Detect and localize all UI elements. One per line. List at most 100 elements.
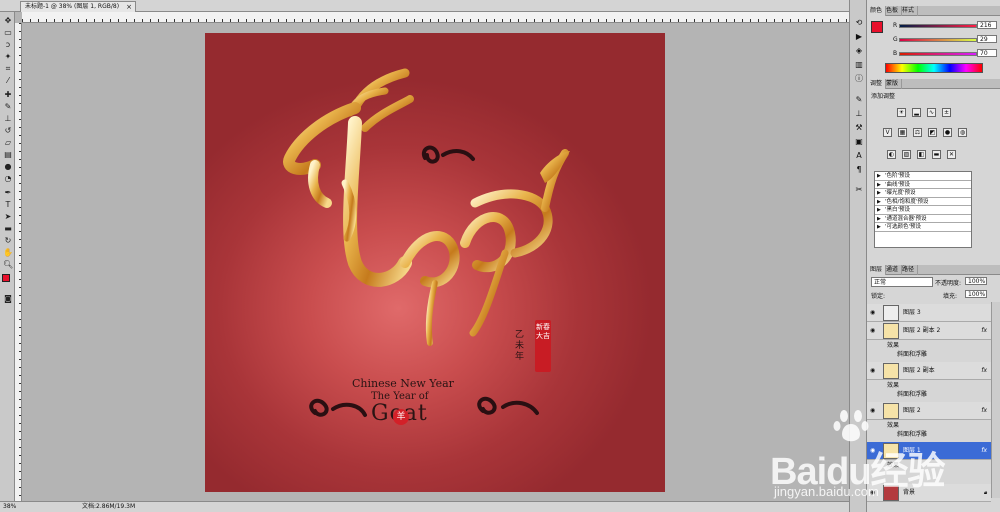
layers-panel-tabs: 图层 通道 路径: [867, 265, 1000, 275]
preset-item[interactable]: '曝光度'预设: [875, 189, 971, 198]
layer-thumbnail: [883, 305, 899, 321]
dodge-tool-icon[interactable]: ◔: [3, 174, 13, 184]
lasso-tool-icon[interactable]: ↄ: [3, 40, 13, 50]
color-spectrum-bar[interactable]: [885, 63, 983, 73]
black-white-icon[interactable]: ◩: [928, 128, 937, 137]
eye-icon[interactable]: ◉: [870, 362, 875, 380]
threshold-icon[interactable]: ◧: [917, 150, 926, 159]
blur-tool-icon[interactable]: ●: [3, 162, 13, 172]
tools-extra-icon[interactable]: ✂: [854, 185, 864, 195]
effects-row[interactable]: 效果: [887, 341, 899, 350]
channel-mixer-icon[interactable]: ◍: [958, 128, 967, 137]
histogram-icon[interactable]: ▥: [854, 60, 864, 70]
vertical-ruler: [15, 23, 22, 501]
foreground-color-swatch[interactable]: [2, 274, 10, 282]
document-tab[interactable]: 未标题-1 @ 38% (图层 1, RGB/8) ×: [20, 1, 137, 12]
close-icon[interactable]: ×: [126, 2, 132, 12]
layer-thumbnail: [883, 323, 899, 339]
pen-tool-icon[interactable]: ✒: [3, 188, 13, 198]
clone-stamp-tool-icon[interactable]: ⊥: [3, 114, 13, 124]
brightness-icon[interactable]: ☀: [897, 108, 906, 117]
vibrance-icon[interactable]: V: [883, 128, 892, 137]
tool-presets-icon[interactable]: ⚒: [854, 123, 864, 133]
b-slider[interactable]: [899, 52, 977, 56]
layer-row[interactable]: ◉ 图层 2 副本 2 fx: [867, 322, 991, 340]
eraser-tool-icon[interactable]: ▱: [3, 138, 13, 148]
image-canvas[interactable]: 乙未年 新春大吉 Chinese New Year The Year of Go…: [205, 33, 665, 492]
color-balance-icon[interactable]: ⚖: [913, 128, 922, 137]
curves-icon[interactable]: ∿: [927, 108, 936, 117]
gradient-map-icon[interactable]: ▬: [932, 150, 941, 159]
r-slider[interactable]: [899, 24, 977, 28]
preset-item[interactable]: '黑白'预设: [875, 206, 971, 215]
info-icon[interactable]: ⓘ: [854, 74, 864, 84]
fill-field[interactable]: 100%: [965, 290, 987, 298]
document-tab-title: 未标题-1 @ 38% (图层 1, RGB/8): [25, 3, 120, 10]
crop-tool-icon[interactable]: ⌗: [3, 64, 13, 74]
actions-icon[interactable]: ▶: [854, 32, 864, 42]
gradient-tool-icon[interactable]: ▤: [3, 150, 13, 160]
move-tool-icon[interactable]: ✥: [3, 16, 13, 26]
tab-paths[interactable]: 路径: [899, 265, 919, 275]
character-icon[interactable]: A: [854, 151, 864, 161]
preset-item[interactable]: '色阶'预设: [875, 172, 971, 181]
history-icon[interactable]: ⟲: [854, 18, 864, 28]
layer-comps-icon[interactable]: ▣: [854, 137, 864, 147]
hand-tool-icon[interactable]: ✋: [3, 248, 13, 258]
eyedropper-tool-icon[interactable]: ⁄: [3, 76, 13, 86]
paragraph-icon[interactable]: ¶: [854, 165, 864, 175]
caption-goat: Goat: [371, 401, 831, 426]
3d-rotate-tool-icon[interactable]: ↻: [3, 236, 13, 246]
opacity-label: 不透明度:: [935, 280, 962, 287]
g-value-field[interactable]: 29: [977, 35, 997, 43]
bevel-emboss-row[interactable]: 斜面和浮雕: [897, 350, 927, 359]
preset-item[interactable]: '曲线'预设: [875, 181, 971, 189]
navigator-icon[interactable]: ◈: [854, 46, 864, 56]
brushes-icon[interactable]: ✎: [854, 95, 864, 105]
photo-filter-icon[interactable]: ●: [943, 128, 952, 137]
tab-styles[interactable]: 样式: [899, 6, 919, 16]
exposure-icon[interactable]: ±: [942, 108, 951, 117]
levels-icon[interactable]: ▂: [912, 108, 921, 117]
eye-icon[interactable]: ◉: [870, 322, 875, 340]
preset-item[interactable]: '色相/饱和度'预设: [875, 198, 971, 206]
clone-source-icon[interactable]: ⊥: [854, 109, 864, 119]
opacity-field[interactable]: 100%: [965, 277, 987, 285]
layer-row[interactable]: ◉ 图层 3: [867, 304, 991, 322]
r-label: R: [893, 22, 898, 29]
caption-chinese-new-year: Chinese New Year: [352, 377, 454, 390]
history-brush-tool-icon[interactable]: ↺: [3, 126, 13, 136]
tab-masks[interactable]: 蒙版: [883, 79, 903, 89]
hue-saturation-icon[interactable]: ▦: [898, 128, 907, 137]
watermark-url: jingyan.baidu.com: [774, 484, 879, 499]
path-selection-tool-icon[interactable]: ➤: [3, 212, 13, 222]
eye-icon[interactable]: ◉: [870, 304, 875, 322]
zoom-level[interactable]: 38%: [3, 502, 16, 512]
adjustment-presets-list: '色阶'预设 '曲线'预设 '曝光度'预设 '色相/饱和度'预设 '黑白'预设 …: [874, 171, 972, 248]
layer-row[interactable]: ◉ 图层 2 副本 fx: [867, 362, 991, 380]
preset-item[interactable]: '可选颜色'预设: [875, 223, 971, 232]
status-bar: 38% 文档:2.86M/19.3M: [0, 501, 849, 512]
invert-icon[interactable]: ◐: [887, 150, 896, 159]
selective-color-icon[interactable]: ✕: [947, 150, 956, 159]
bevel-emboss-row[interactable]: 斜面和浮雕: [897, 390, 927, 399]
posterize-icon[interactable]: ▨: [902, 150, 911, 159]
foreground-color-chip[interactable]: [871, 21, 883, 33]
g-slider[interactable]: [899, 38, 977, 42]
blend-mode-select[interactable]: 正常: [871, 277, 933, 287]
tools-panel: ✥ ▭ ↄ ✦ ⌗ ⁄ ✚ ✎ ⊥ ↺ ▱ ▤ ● ◔ ✒ T ➤ ▬ ↻ ✋ …: [0, 12, 15, 502]
r-value-field[interactable]: 216: [977, 21, 997, 29]
healing-brush-tool-icon[interactable]: ✚: [3, 90, 13, 100]
marquee-tool-icon[interactable]: ▭: [3, 28, 13, 38]
brush-tool-icon[interactable]: ✎: [3, 102, 13, 112]
effects-row[interactable]: 效果: [887, 381, 899, 390]
preset-item[interactable]: '通道混合器'预设: [875, 215, 971, 223]
zoom-tool-icon[interactable]: 🔍︎: [3, 260, 13, 270]
magic-wand-tool-icon[interactable]: ✦: [3, 52, 13, 62]
quick-mask-icon[interactable]: ◙: [3, 294, 13, 304]
color-panel-tabs: 颜色 色板 样式: [867, 6, 1000, 16]
shape-tool-icon[interactable]: ▬: [3, 224, 13, 234]
b-label: B: [893, 50, 898, 57]
type-tool-icon[interactable]: T: [3, 200, 13, 210]
b-value-field[interactable]: 70: [977, 49, 997, 57]
